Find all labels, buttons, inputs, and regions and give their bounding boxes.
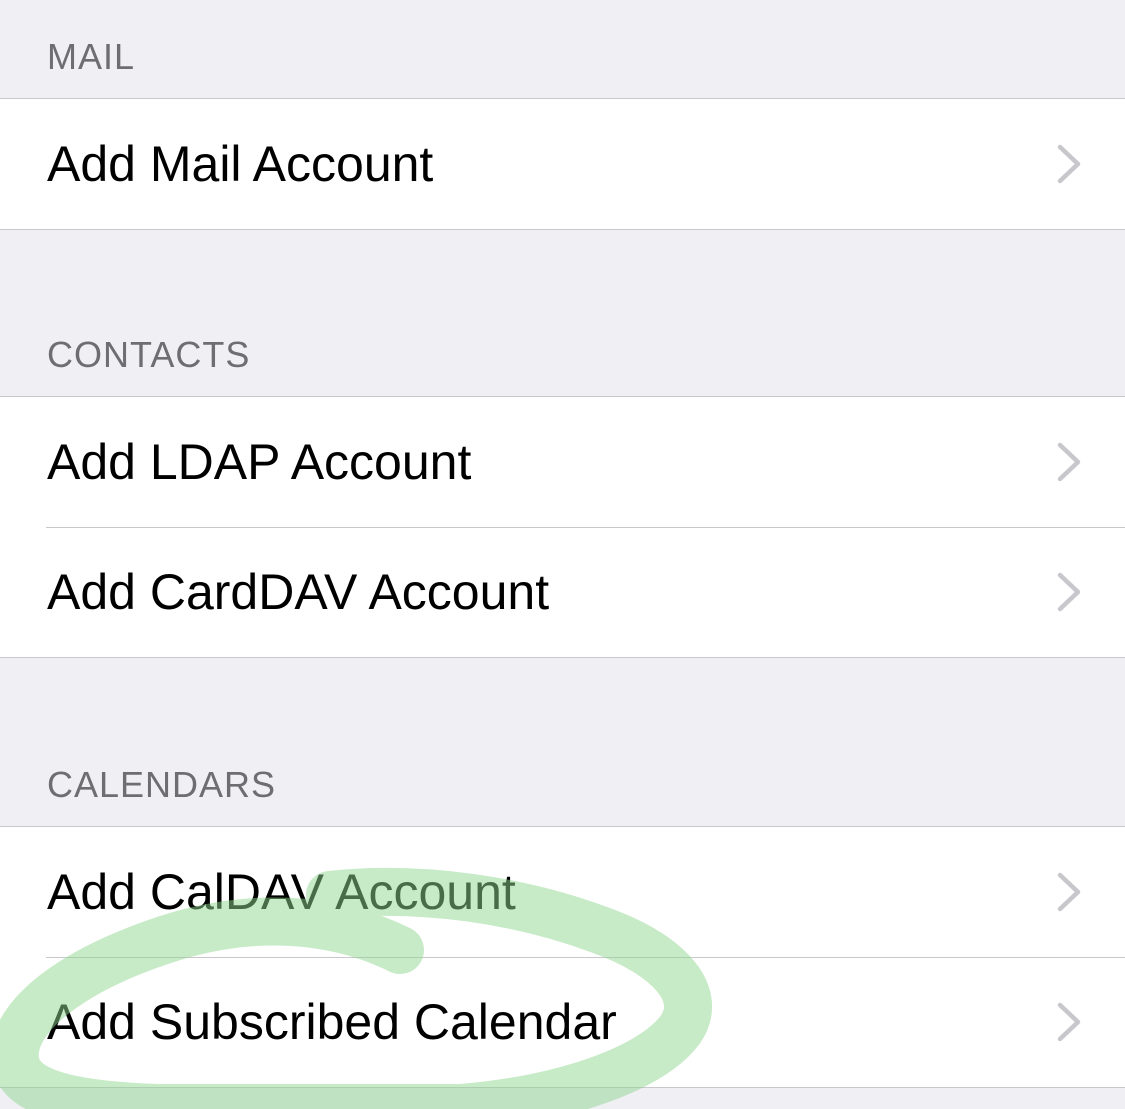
group-mail: Add Mail Account <box>0 98 1125 230</box>
section-header-calendars: CALENDARS <box>47 764 277 805</box>
row-label: Add Mail Account <box>47 136 434 192</box>
add-caldav-account-row[interactable]: Add CalDAV Account <box>0 827 1125 957</box>
add-ldap-account-row[interactable]: Add LDAP Account <box>0 397 1125 527</box>
group-contacts: Add LDAP Account Add CardDAV Account <box>0 396 1125 658</box>
add-carddav-account-row[interactable]: Add CardDAV Account <box>0 527 1125 657</box>
chevron-right-icon <box>1055 143 1083 185</box>
chevron-right-icon <box>1055 871 1083 913</box>
settings-add-account-screen: MAIL Add Mail Account CONTACTS Add LDAP … <box>0 0 1125 1109</box>
row-label: Add LDAP Account <box>47 434 472 490</box>
group-calendars: Add CalDAV Account Add Subscribed Calend… <box>0 826 1125 1088</box>
chevron-right-icon <box>1055 1001 1083 1043</box>
row-label: Add CalDAV Account <box>47 864 516 920</box>
chevron-right-icon <box>1055 571 1083 613</box>
row-label: Add Subscribed Calendar <box>47 994 617 1050</box>
section-header-mail: MAIL <box>47 36 136 77</box>
section-header-contacts: CONTACTS <box>47 334 251 375</box>
chevron-right-icon <box>1055 441 1083 483</box>
add-mail-account-row[interactable]: Add Mail Account <box>0 99 1125 229</box>
row-label: Add CardDAV Account <box>47 564 550 620</box>
add-subscribed-calendar-row[interactable]: Add Subscribed Calendar <box>0 957 1125 1087</box>
